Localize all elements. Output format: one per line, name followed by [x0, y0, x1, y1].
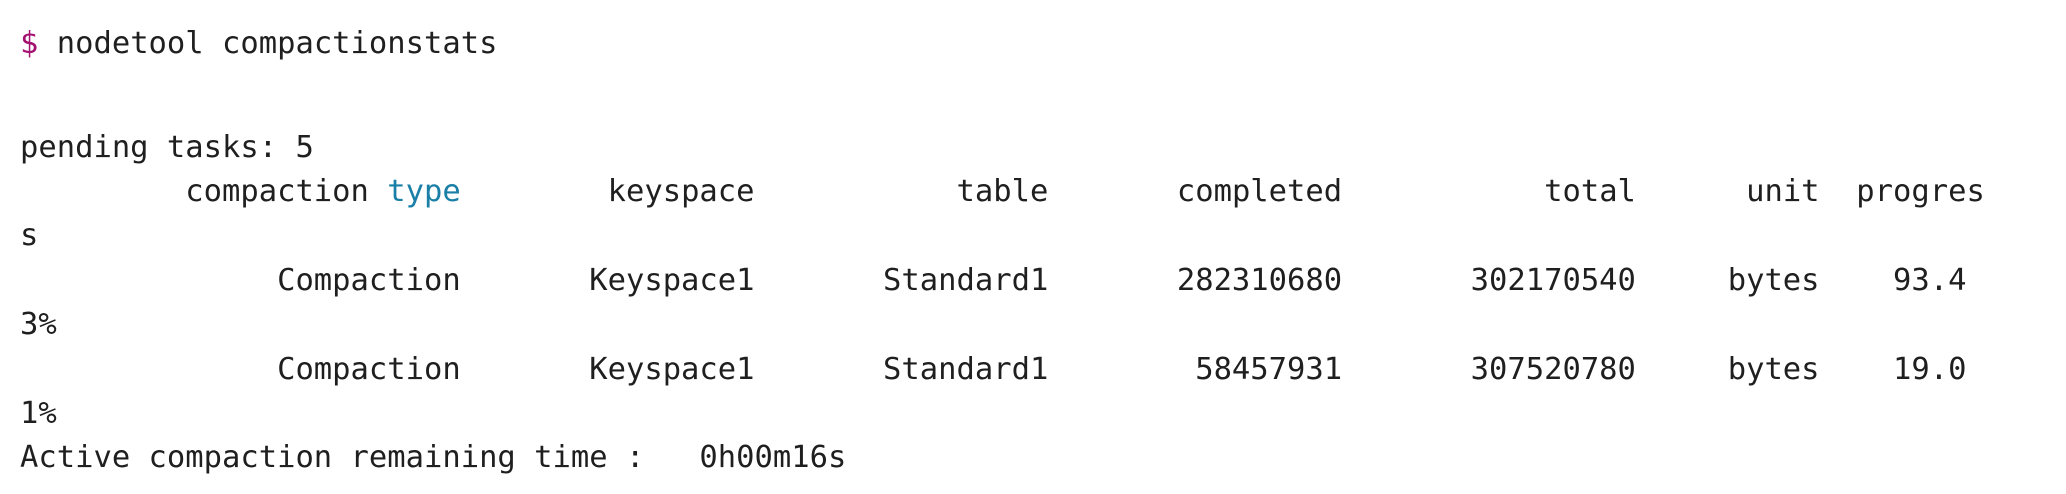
header-text-start: compaction — [20, 174, 388, 209]
table-row: Compaction Keyspace1 Standard1 282310680… — [20, 263, 1967, 298]
header-keyword-type: type — [387, 174, 461, 209]
table-row-wrap: 3% — [20, 307, 57, 342]
table-header-row: compaction type keyspace table completed… — [20, 170, 1985, 214]
table-row: Compaction Keyspace1 Standard1 58457931 … — [20, 352, 1967, 387]
command-text: nodetool compactionstats — [38, 26, 498, 61]
command-line: $ nodetool compactionstats — [20, 22, 497, 66]
table-header-wrap: s — [20, 218, 39, 253]
active-remaining-time-line: Active compaction remaining time : 0h00m… — [20, 440, 847, 475]
pending-tasks-line: pending tasks: 5 — [20, 130, 314, 165]
header-text-rest: keyspace table completed total unit prog… — [460, 174, 1985, 209]
table-row-wrap: 1% — [20, 396, 57, 431]
prompt-symbol: $ — [20, 26, 39, 61]
